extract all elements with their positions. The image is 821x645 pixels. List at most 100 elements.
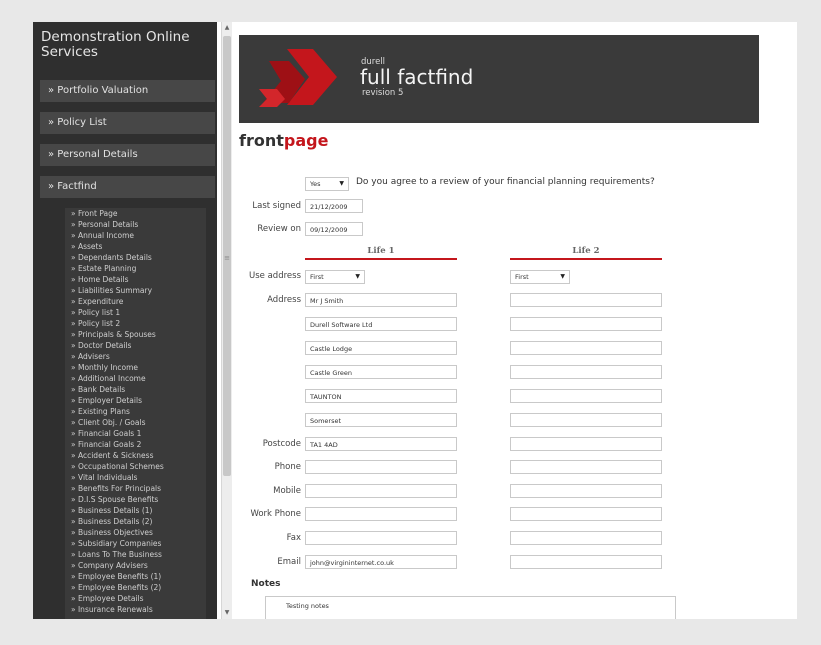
submenu-item-front-page[interactable]: » Front Page (65, 208, 206, 219)
use-address-life1-select[interactable]: First ▼ (305, 270, 365, 284)
submenu-item-principals-spouses[interactable]: » Principals & Spouses (65, 329, 206, 340)
use-address-life2-select[interactable]: First ▼ (510, 270, 570, 284)
submenu-item-dependants-details[interactable]: » Dependants Details (65, 252, 206, 263)
submenu-item-expenditure[interactable]: » Expenditure (65, 296, 206, 307)
revision-label: revision 5 (362, 88, 404, 98)
fax-life1-field[interactable] (305, 531, 457, 545)
factfind-submenu: » Front Page » Personal Details » Annual… (65, 208, 206, 619)
work-phone-life2-field[interactable] (510, 507, 662, 521)
scroll-up-icon[interactable]: ▲ (222, 23, 232, 33)
postcode-life1-field[interactable]: TA1 4AD (305, 437, 457, 451)
mobile-life1-field[interactable] (305, 484, 457, 498)
life2-heading: Life 2 (510, 246, 662, 260)
submenu-item-employee-benefits-1[interactable]: » Employee Benefits (1) (65, 571, 206, 582)
address-life2-line6[interactable] (510, 413, 662, 427)
use-address-life2-value: First (515, 273, 529, 281)
work-phone-life1-field[interactable] (305, 507, 457, 521)
submenu-item-dis-spouse-benefits[interactable]: » D.I.S Spouse Benefits (65, 494, 206, 505)
use-address-life1-value: First (310, 273, 324, 281)
submenu-item-employer-details[interactable]: » Employer Details (65, 395, 206, 406)
use-address-label: Use address (249, 271, 301, 281)
submenu-item-monthly-income[interactable]: » Monthly Income (65, 362, 206, 373)
sidebar-scrollbar[interactable]: ▲ ≡ ▼ (221, 22, 232, 619)
submenu-item-existing-plans[interactable]: » Existing Plans (65, 406, 206, 417)
review-on-field[interactable]: 09/12/2009 (305, 222, 363, 236)
submenu-item-doctor-details[interactable]: » Doctor Details (65, 340, 206, 351)
address-life1-line2[interactable]: Durell Software Ltd (305, 317, 457, 331)
nav-portfolio-valuation[interactable]: » Portfolio Valuation (40, 80, 215, 102)
submenu-item-policy-list-1[interactable]: » Policy list 1 (65, 307, 206, 318)
submenu-item-business-objectives[interactable]: » Business Objectives (65, 527, 206, 538)
submenu-item-company-advisers[interactable]: » Company Advisers (65, 560, 206, 571)
submenu-item-financial-goals-1[interactable]: » Financial Goals 1 (65, 428, 206, 439)
submenu-item-insurance-renewals[interactable]: » Insurance Renewals (65, 604, 206, 615)
scroll-down-icon[interactable]: ▼ (222, 608, 232, 618)
app-frame: Demonstration Online Services » Portfoli… (33, 22, 797, 619)
notes-label: Notes (251, 579, 281, 589)
submenu-item-liabilities-summary[interactable]: » Liabilities Summary (65, 285, 206, 296)
email-label: Email (277, 557, 301, 567)
last-signed-label: Last signed (252, 201, 301, 211)
last-signed-field[interactable]: 21/12/2009 (305, 199, 363, 213)
submenu-item-advisers[interactable]: » Advisers (65, 351, 206, 362)
address-life2-line2[interactable] (510, 317, 662, 331)
page-title: frontpage (239, 131, 328, 150)
submenu-item-benefits-for-principals[interactable]: » Benefits For Principals (65, 483, 206, 494)
nav-personal-details[interactable]: » Personal Details (40, 144, 215, 166)
submenu-item-estate-planning[interactable]: » Estate Planning (65, 263, 206, 274)
submenu-item-accident-sickness[interactable]: » Accident & Sickness (65, 450, 206, 461)
submenu-item-assets[interactable]: » Assets (65, 241, 206, 252)
phone-life2-field[interactable] (510, 460, 662, 474)
agree-select[interactable]: Yes ▼ (305, 177, 349, 191)
fax-life2-field[interactable] (510, 531, 662, 545)
mobile-life2-field[interactable] (510, 484, 662, 498)
postcode-life2-field[interactable] (510, 437, 662, 451)
submenu-item-personal-details[interactable]: » Personal Details (65, 219, 206, 230)
address-life2-line3[interactable] (510, 341, 662, 355)
nav-factfind[interactable]: » Factfind (40, 176, 215, 198)
page-title-part1: front (239, 131, 284, 150)
address-life1-line1[interactable]: Mr J Smith (305, 293, 457, 307)
page-title-part2: page (283, 131, 329, 150)
submenu-item-subsidiary-companies[interactable]: » Subsidiary Companies (65, 538, 206, 549)
nav-policy-list[interactable]: » Policy List (40, 112, 215, 134)
agree-question: Do you agree to a review of your financi… (356, 177, 655, 187)
fax-label: Fax (286, 533, 301, 543)
life1-heading: Life 1 (305, 246, 457, 260)
submenu-item-client-obj-goals[interactable]: » Client Obj. / Goals (65, 417, 206, 428)
phone-life1-field[interactable] (305, 460, 457, 474)
email-life2-field[interactable] (510, 555, 662, 569)
address-life1-line3[interactable]: Castle Lodge (305, 341, 457, 355)
phone-label: Phone (274, 462, 301, 472)
submenu-item-additional-income[interactable]: » Additional Income (65, 373, 206, 384)
submenu-item-bank-details[interactable]: » Bank Details (65, 384, 206, 395)
agree-select-value: Yes (310, 180, 321, 188)
address-life1-line6[interactable]: Somerset (305, 413, 457, 427)
product-name: full factfind (360, 65, 474, 89)
submenu-item-financial-goals-2[interactable]: » Financial Goals 2 (65, 439, 206, 450)
submenu-item-business-details-2[interactable]: » Business Details (2) (65, 516, 206, 527)
address-life2-line4[interactable] (510, 365, 662, 379)
submenu-item-business-details-1[interactable]: » Business Details (1) (65, 505, 206, 516)
notes-textarea[interactable]: Testing notes (265, 596, 676, 619)
address-life2-line5[interactable] (510, 389, 662, 403)
address-life2-line1[interactable] (510, 293, 662, 307)
work-phone-label: Work Phone (250, 509, 301, 519)
submenu-item-occupational-schemes[interactable]: » Occupational Schemes (65, 461, 206, 472)
submenu-item-employee-benefits-2[interactable]: » Employee Benefits (2) (65, 582, 206, 593)
chevron-down-icon: ▼ (355, 273, 360, 280)
email-life1-field[interactable]: john@virgininternet.co.uk (305, 555, 457, 569)
submenu-item-employee-details[interactable]: » Employee Details (65, 593, 206, 604)
address-life1-line5[interactable]: TAUNTON (305, 389, 457, 403)
submenu-item-loans-to-business[interactable]: » Loans To The Business (65, 549, 206, 560)
site-title: Demonstration Online Services (41, 29, 190, 60)
submenu-item-home-details[interactable]: » Home Details (65, 274, 206, 285)
sidebar: Demonstration Online Services » Portfoli… (33, 22, 217, 619)
submenu-item-annual-income[interactable]: » Annual Income (65, 230, 206, 241)
chevron-down-icon: ▼ (560, 273, 565, 280)
submenu-item-policy-list-2[interactable]: » Policy list 2 (65, 318, 206, 329)
address-life1-line4[interactable]: Castle Green (305, 365, 457, 379)
submenu-item-vital-individuals[interactable]: » Vital Individuals (65, 472, 206, 483)
address-label: Address (267, 295, 301, 305)
postcode-label: Postcode (262, 439, 301, 449)
